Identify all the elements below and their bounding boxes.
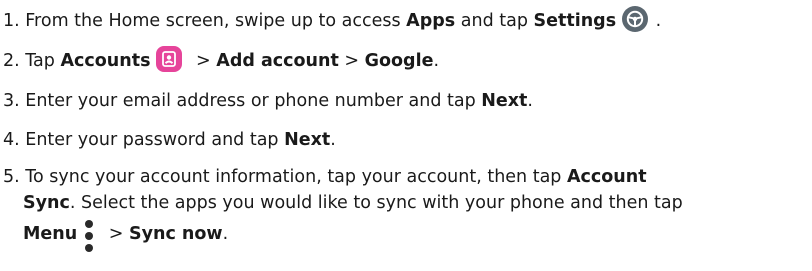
settings-label: Settings: [533, 11, 617, 31]
step-text: .: [650, 11, 662, 31]
step-5-line-1: 5. To sync your account information, tap…: [3, 164, 683, 190]
step-text: >: [338, 51, 365, 71]
step-text: .: [330, 130, 336, 150]
step-5: 5. To sync your account information, tap…: [3, 164, 683, 252]
accounts-label: Accounts: [60, 51, 151, 71]
step-3: 3. Enter your email address or phone num…: [3, 88, 533, 115]
step-number: 5.: [3, 167, 20, 187]
step-5-line-2: Sync. Select the apps you would like to …: [3, 190, 683, 216]
sync-label: Sync: [23, 193, 70, 213]
menu-icon: [83, 220, 95, 256]
step-text: >: [190, 51, 217, 71]
step-text: From the Home screen, swipe up to access: [19, 11, 407, 31]
apps-label: Apps: [406, 11, 456, 31]
account-label: Account: [566, 167, 647, 187]
step-number: 3.: [3, 91, 20, 111]
step-text: Enter your email address or phone number…: [19, 91, 482, 111]
add-account-label: Add account: [216, 51, 339, 71]
step-number: 2.: [3, 51, 20, 71]
step-1: 1. From the Home screen, swipe up to acc…: [3, 6, 662, 35]
next-label: Next: [481, 91, 528, 111]
step-text: >: [103, 224, 129, 244]
step-text: Tap: [19, 51, 61, 71]
google-label: Google: [364, 51, 434, 71]
step-number: 1.: [3, 11, 20, 31]
menu-label: Menu: [23, 224, 78, 244]
settings-icon: [622, 6, 649, 32]
step-5-line-3: Menu > Sync now.: [3, 216, 683, 252]
step-text: .: [222, 224, 229, 244]
step-2: 2. Tap Accounts > Add account > Google.: [3, 46, 440, 75]
accounts-icon: [156, 46, 183, 72]
step-text: .: [527, 91, 533, 111]
step-text: . Select the apps you would like to sync…: [69, 193, 683, 213]
step-4: 4. Enter your password and tap Next.: [3, 127, 336, 154]
sync-now-label: Sync now: [129, 224, 223, 244]
next-label: Next: [284, 130, 331, 150]
step-text: To sync your account information, tap yo…: [19, 167, 567, 187]
step-text: Enter your password and tap: [19, 130, 285, 150]
step-number: 4.: [3, 130, 20, 150]
step-text: .: [433, 51, 440, 71]
step-text: and tap: [455, 11, 534, 31]
